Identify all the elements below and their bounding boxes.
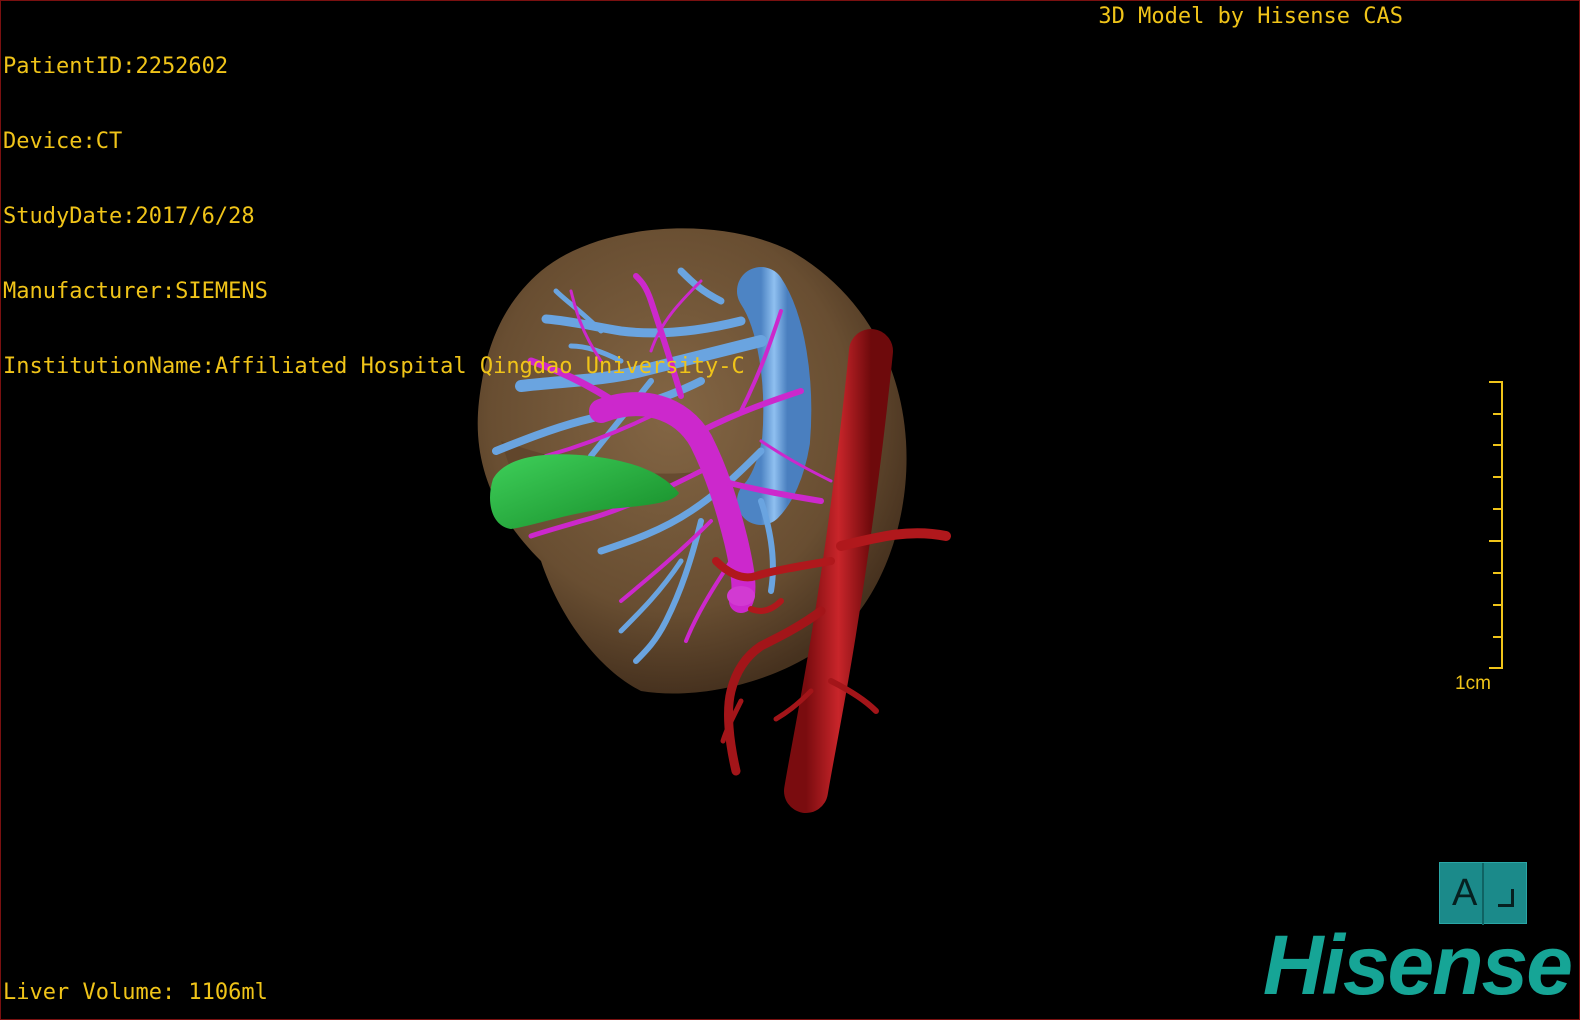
patient-info-overlay: PatientID:2252602 Device:CT StudyDate:20… bbox=[3, 4, 745, 429]
model-credit-text: 3D Model by Hisense CAS bbox=[1098, 4, 1403, 29]
manufacturer-text: Manufacturer:SIEMENS bbox=[3, 279, 268, 304]
scale-label: 1cm bbox=[1455, 673, 1491, 694]
cube-corner-mark bbox=[1498, 889, 1514, 907]
3d-viewer-viewport[interactable]: PatientID:2252602 Device:CT StudyDate:20… bbox=[0, 0, 1580, 1020]
patient-id-text: PatientID:2252602 bbox=[3, 54, 229, 79]
orientation-letter: A bbox=[1452, 872, 1478, 914]
study-date-text: StudyDate:2017/6/28 bbox=[3, 204, 255, 229]
liver-volume-text: Liver Volume: 1106ml bbox=[3, 980, 268, 1005]
institution-text: InstitutionName:Affiliated Hospital Qing… bbox=[3, 354, 745, 379]
cube-edge bbox=[1482, 863, 1484, 925]
scale-bar bbox=[1489, 381, 1503, 669]
portal-vein-root bbox=[727, 586, 755, 606]
device-text: Device:CT bbox=[3, 129, 123, 154]
hisense-logo: Hisense bbox=[1262, 918, 1573, 1012]
orientation-cube-icon[interactable]: A bbox=[1439, 862, 1527, 925]
